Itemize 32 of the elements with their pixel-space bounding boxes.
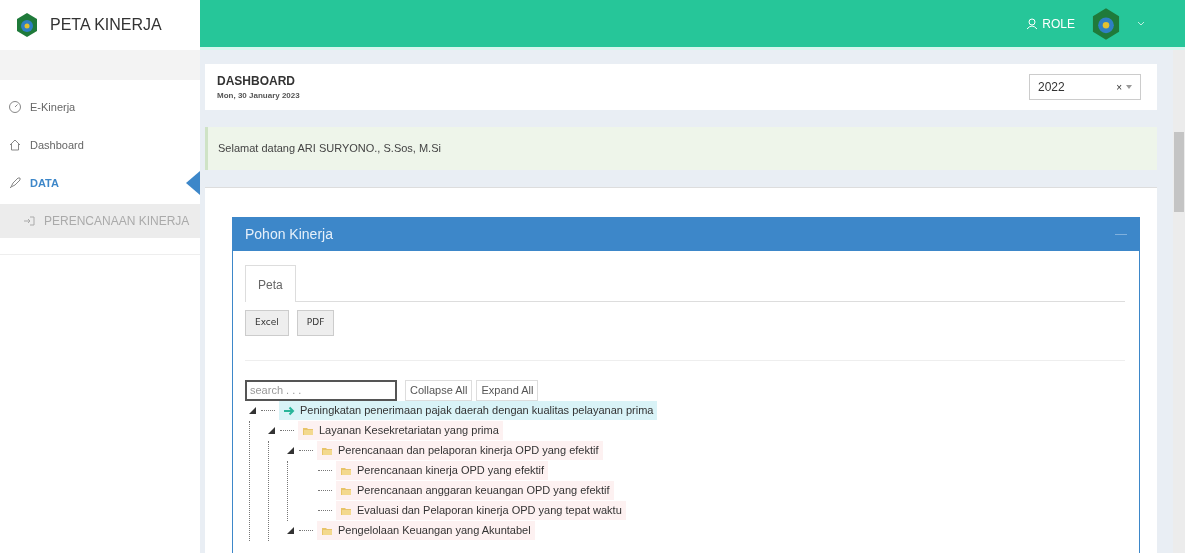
page-title: DASHBOARD <box>217 73 296 90</box>
year-select[interactable]: 2022 × <box>1029 74 1141 100</box>
expander-icon[interactable] <box>249 406 256 414</box>
sidebar-item[interactable]: Dashboard <box>0 126 200 164</box>
tree-node[interactable]: Perencanaan anggaran keuangan OPD yang efektif <box>336 481 614 500</box>
tree-button[interactable]: Collapse All <box>405 380 473 401</box>
arrow-right-icon <box>283 404 295 417</box>
tree-button[interactable]: Expand All <box>476 380 539 401</box>
tree-search-field[interactable]: search . . . <box>245 379 397 401</box>
tree-node[interactable]: Perencanaan kinerja OPD yang efektif <box>336 461 549 480</box>
app-title: PETA KINERJA <box>50 15 162 35</box>
tree-node[interactable]: Peningkatan penerimaan pajak daerah dengan kualitas pelayanan prima <box>279 401 658 420</box>
tab[interactable]: Peta <box>245 265 296 302</box>
tree-node[interactable]: Perencanaan dan pelaporan kinerja OPD yang efektif <box>317 441 603 460</box>
user-icon <box>1026 17 1039 30</box>
sidebar-item[interactable]: E-Kinerja <box>0 88 200 126</box>
tree-node[interactable]: Layanan Kesekretariatan yang prima <box>298 421 503 440</box>
tree-node[interactable]: Pengelolaan Keuangan yang Akuntabel <box>317 521 535 540</box>
export-button[interactable]: PDF <box>296 310 335 336</box>
emblem-icon <box>14 12 40 38</box>
tree-node[interactable]: Evaluasi dan Pelaporan kinerja OPD yang tepat waktu <box>336 501 626 520</box>
page-date: Mon, 30 January 2023 <box>217 90 300 102</box>
panel-title: Pohon Kinerja <box>245 225 333 244</box>
export-button[interactable]: Excel <box>245 310 289 336</box>
home-icon <box>8 138 22 152</box>
scrollbar[interactable] <box>1173 50 1185 553</box>
expander-icon[interactable] <box>268 426 275 434</box>
expander-icon[interactable] <box>287 446 294 454</box>
gauge-icon <box>8 100 22 114</box>
sign-in-icon <box>22 214 36 228</box>
expander-icon[interactable] <box>287 526 294 534</box>
welcome-message: Selamat datang ARI SURYONO., S.Sos, M.Si <box>205 127 1157 170</box>
